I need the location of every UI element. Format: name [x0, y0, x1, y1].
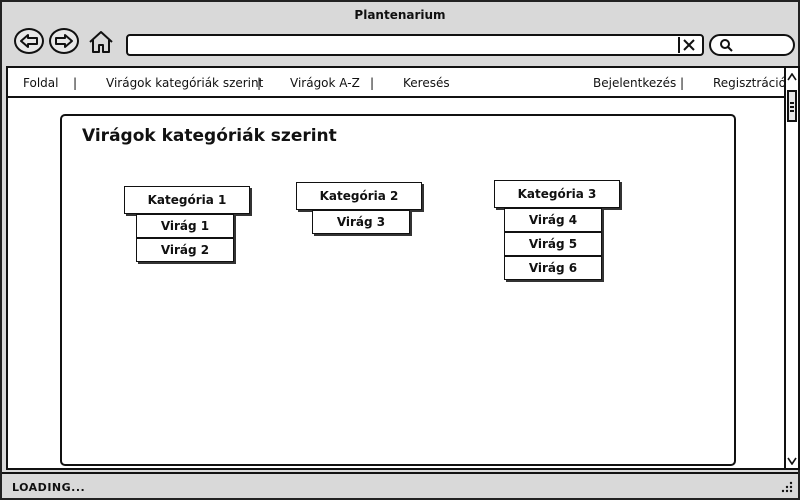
nav-separator: | [680, 76, 685, 90]
resize-grip-icon[interactable] [780, 480, 794, 494]
flower-3-button[interactable]: Virág 3 [312, 210, 410, 234]
category-1-button[interactable]: Kategória 1 [124, 186, 250, 214]
flower-1-button[interactable]: Virág 1 [136, 214, 234, 238]
category-3-button[interactable]: Kategória 3 [494, 180, 620, 208]
nav-item-search[interactable]: Keresés [403, 76, 450, 90]
address-bar[interactable] [126, 34, 704, 56]
scroll-down-button[interactable] [786, 454, 798, 468]
page-content: Foldal | Virágok kategóriák szerint | Vi… [6, 66, 786, 470]
flower-6-button[interactable]: Virág 6 [504, 256, 602, 280]
category-panel: Virágok kategóriák szerint Kategória 1 V… [60, 114, 736, 466]
nav-separator: | [73, 76, 78, 90]
chevron-down-icon [787, 457, 797, 465]
nav-separator: | [370, 76, 375, 90]
nav-item-a-z[interactable]: Virágok A-Z [290, 76, 360, 90]
category-2-button[interactable]: Kategória 2 [296, 182, 422, 210]
nav-bar: Foldal | Virágok kategóriák szerint | Vi… [8, 68, 786, 98]
close-icon [683, 39, 695, 51]
chevron-up-icon [787, 73, 797, 81]
nav-item-register[interactable]: Regisztráció [713, 76, 786, 90]
flower-2-button[interactable]: Virág 2 [136, 238, 234, 262]
vertical-scrollbar[interactable] [784, 66, 800, 470]
forward-button[interactable] [49, 28, 79, 54]
page-title: Virágok kategóriák szerint [82, 126, 337, 146]
flower-4-button[interactable]: Virág 4 [504, 208, 602, 232]
browser-window: Plantenarium Foldal | Virágok kategóriák… [0, 0, 800, 500]
back-arrow-icon [20, 34, 38, 48]
status-text: LOADING... [12, 481, 86, 494]
nav-item-login[interactable]: Bejelentkezés [593, 76, 676, 90]
search-icon [720, 39, 733, 52]
clear-url-button[interactable] [678, 37, 698, 53]
back-button[interactable] [14, 28, 44, 54]
status-bar: LOADING... [2, 472, 798, 498]
flower-5-button[interactable]: Virág 5 [504, 232, 602, 256]
nav-item-foldal[interactable]: Foldal [23, 76, 58, 90]
scroll-thumb[interactable] [787, 90, 797, 122]
search-box[interactable] [709, 34, 795, 56]
forward-arrow-icon [55, 34, 73, 48]
nav-separator: | [257, 76, 262, 90]
nav-item-categories[interactable]: Virágok kategóriák szerint [106, 76, 263, 90]
home-icon [89, 31, 113, 53]
scroll-up-button[interactable] [786, 70, 798, 84]
home-button[interactable] [87, 28, 115, 56]
window-title: Plantenarium [354, 8, 446, 22]
